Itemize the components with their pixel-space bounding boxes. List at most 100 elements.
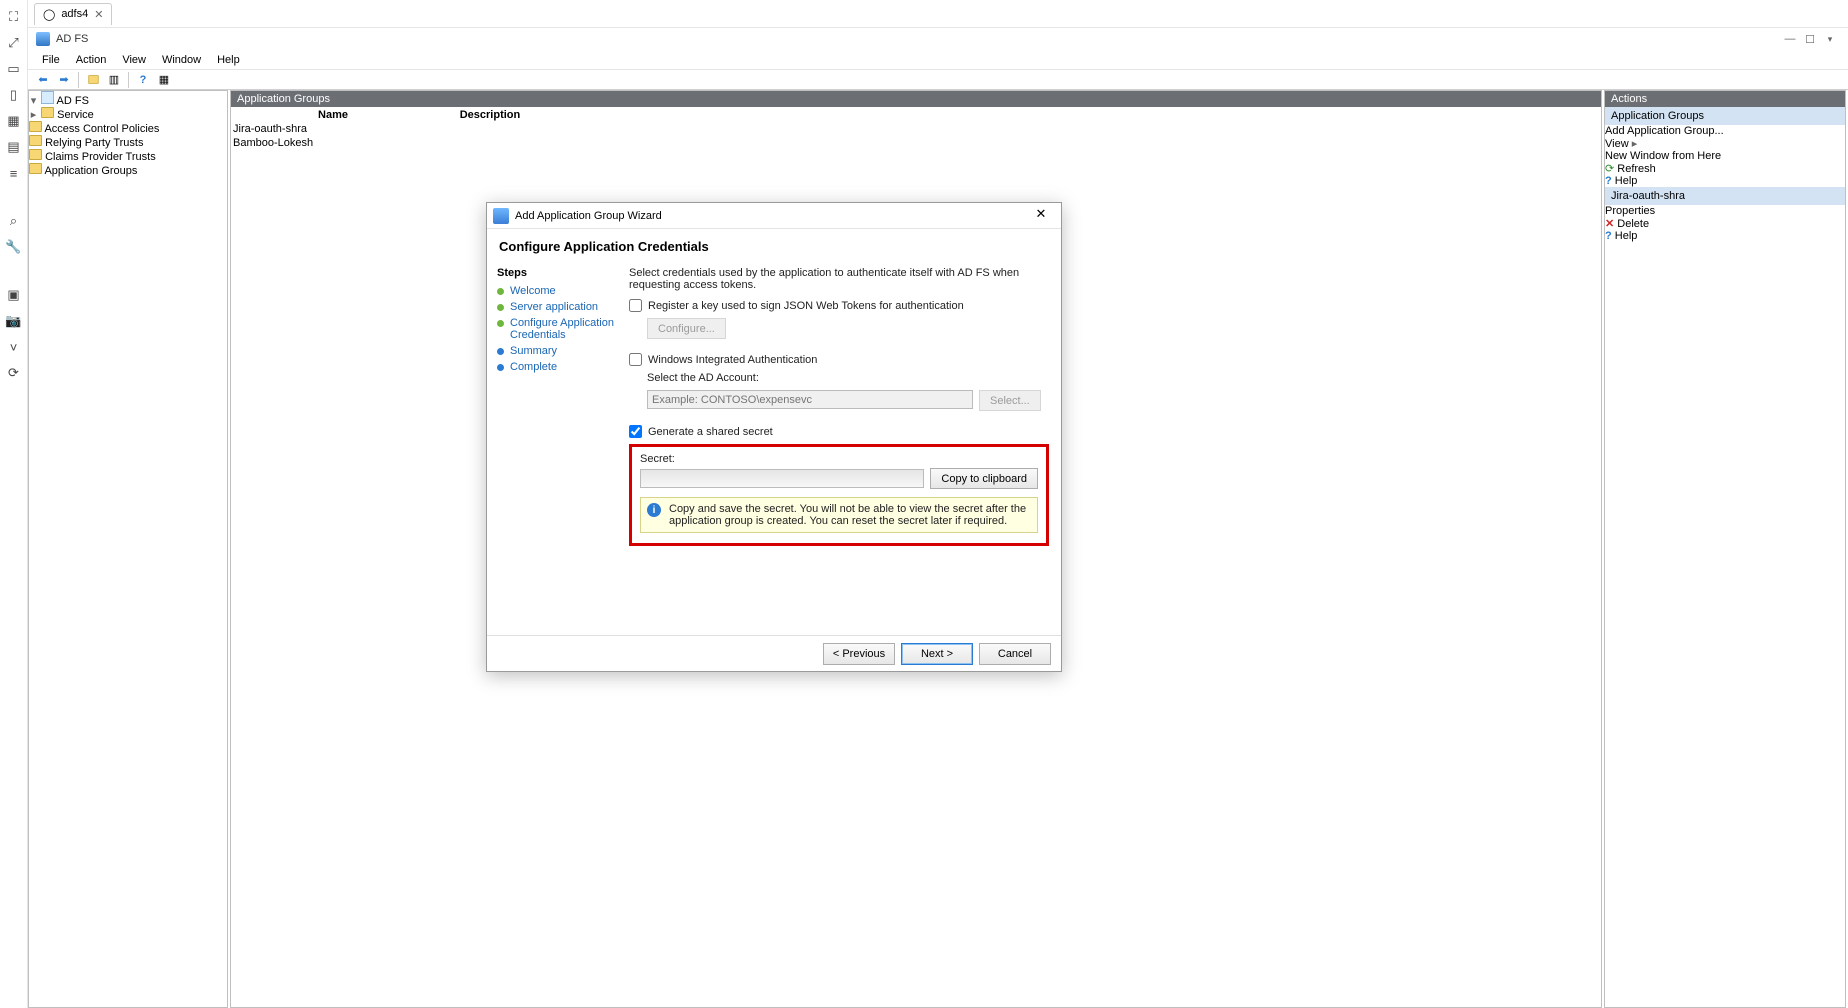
rail-list-icon[interactable]: ≡	[7, 166, 21, 180]
rail-split-v-icon[interactable]: ▯	[7, 88, 21, 102]
tree-root[interactable]: ▾ AD FS	[29, 91, 227, 107]
checkbox-windows-integrated-auth-input[interactable]	[629, 353, 642, 366]
menu-bar: File Action View Window Help	[28, 50, 1848, 70]
toolbar-sep	[128, 72, 129, 88]
tab-label: adfs4	[61, 8, 88, 20]
actions-pane: Actions Application Groups Add Applicati…	[1604, 90, 1846, 1008]
label-secret: Secret:	[640, 453, 1038, 465]
action-label: View	[1605, 138, 1629, 150]
tab-close-icon[interactable]: ✕	[94, 8, 103, 21]
action-delete[interactable]: ✕ Delete	[1605, 217, 1845, 230]
left-icon-rail: ⛶ ⤢ ▭ ▯ ▦ ▤ ≡ ⌕ 🔧 ▣ 📷 ˅ ⟳	[0, 0, 28, 1008]
tree-item-access-control-policies[interactable]: Access Control Policies	[29, 121, 227, 135]
action-help[interactable]: ? Help	[1605, 175, 1845, 187]
toolbar-pane2-button[interactable]: ▦	[155, 71, 173, 89]
toolbar-forward-button[interactable]: ➡	[55, 71, 73, 89]
rail-down-icon[interactable]: ˅	[7, 340, 21, 354]
app-groups-table: Name Description Jira-oauth-shra Bamboo-…	[231, 107, 547, 151]
step-label: Summary	[510, 345, 557, 357]
actions-group-app-groups: Application Groups	[1605, 107, 1845, 125]
action-new-window-from-here[interactable]: New Window from Here	[1605, 150, 1845, 162]
menu-action[interactable]: Action	[70, 52, 113, 68]
copy-to-clipboard-button[interactable]: Copy to clipboard	[930, 468, 1038, 489]
tree-item-relying-party-trusts[interactable]: Relying Party Trusts	[29, 135, 227, 149]
checkbox-generate-shared-secret-input[interactable]	[629, 425, 642, 438]
window-menu-button[interactable]: ▾	[1820, 34, 1840, 45]
next-button[interactable]: Next >	[901, 643, 973, 665]
previous-button[interactable]: < Previous	[823, 643, 895, 665]
menu-view[interactable]: View	[116, 52, 152, 68]
window-title: AD FS	[56, 33, 88, 45]
toolbar-back-button[interactable]: ⬅	[34, 71, 52, 89]
rail-search-icon[interactable]: ⌕	[7, 214, 21, 228]
tree-item-application-groups[interactable]: Application Groups	[29, 163, 227, 177]
rail-grid2-icon[interactable]: ▤	[7, 140, 21, 154]
dialog-titlebar[interactable]: Add Application Group Wizard ✕	[487, 203, 1061, 229]
folder-icon	[41, 107, 54, 118]
step-complete[interactable]: Complete	[497, 361, 615, 373]
col-name[interactable]: Name	[233, 109, 433, 121]
step-label: Configure Application Credentials	[510, 317, 615, 341]
checkbox-register-jwt-key[interactable]: Register a key used to sign JSON Web Tok…	[629, 299, 1049, 312]
step-dot-icon	[497, 348, 504, 355]
step-configure-application-credentials[interactable]: Configure Application Credentials	[497, 317, 615, 341]
dialog-heading: Configure Application Credentials	[487, 229, 1061, 260]
tree-item-label: Application Groups	[44, 165, 137, 177]
checkbox-windows-integrated-auth[interactable]: Windows Integrated Authentication	[629, 353, 1049, 366]
tree-item-service[interactable]: ▸ Service	[29, 107, 227, 121]
menu-help[interactable]: Help	[211, 52, 246, 68]
action-view[interactable]: View ▸	[1605, 137, 1845, 150]
tab-adfs4[interactable]: ◯ adfs4 ✕	[34, 3, 112, 25]
rail-grid-icon[interactable]: ▦	[7, 114, 21, 128]
checkbox-register-jwt-key-input[interactable]	[629, 299, 642, 312]
step-summary[interactable]: Summary	[497, 345, 615, 357]
dialog-title: Add Application Group Wizard	[515, 210, 662, 222]
rail-split-h-icon[interactable]: ▭	[7, 62, 21, 76]
tree-pane: ▾ AD FS ▸ Service Access Control Policie…	[28, 90, 228, 1008]
select-ad-account-button: Select...	[979, 390, 1041, 411]
toolbar-pane1-button[interactable]: ▥	[105, 71, 123, 89]
window-minimize-button[interactable]: —	[1780, 33, 1800, 45]
table-row[interactable]: Jira-oauth-shra	[233, 123, 545, 135]
rail-sync-icon[interactable]: ⟳	[7, 366, 21, 380]
col-description[interactable]: Description	[435, 109, 545, 121]
actions-group-selected-item: Jira-oauth-shra	[1605, 187, 1845, 205]
dialog-footer: < Previous Next > Cancel	[487, 635, 1061, 671]
cancel-button[interactable]: Cancel	[979, 643, 1051, 665]
submenu-arrow-icon: ▸	[1632, 138, 1638, 150]
dialog-app-icon	[493, 208, 509, 224]
action-refresh[interactable]: ⟳ Refresh	[1605, 162, 1845, 175]
table-row[interactable]: Bamboo-Lokesh	[233, 137, 545, 149]
step-server-application[interactable]: Server application	[497, 301, 615, 313]
menu-window[interactable]: Window	[156, 52, 207, 68]
action-add-application-group[interactable]: Add Application Group...	[1605, 125, 1845, 137]
rail-settings-icon[interactable]: 🔧	[7, 240, 21, 254]
action-help-2[interactable]: ? Help	[1605, 230, 1845, 242]
rail-maximize-icon[interactable]: ⛶	[7, 10, 21, 24]
toolbar-help-button[interactable]: ?	[134, 71, 152, 89]
help-icon: ?	[1605, 175, 1612, 187]
step-welcome[interactable]: Welcome	[497, 285, 615, 297]
tree-item-claims-provider-trusts[interactable]: Claims Provider Trusts	[29, 149, 227, 163]
actions-header: Actions	[1605, 91, 1845, 107]
tree-twisty-icon[interactable]: ▸	[29, 108, 38, 121]
toolbar-up-button[interactable]	[84, 71, 102, 89]
ad-account-input	[647, 390, 973, 409]
menu-file[interactable]: File	[36, 52, 66, 68]
checkbox-generate-shared-secret[interactable]: Generate a shared secret	[629, 425, 1049, 438]
dialog-close-button[interactable]: ✕	[1027, 206, 1055, 226]
window-maximize-button[interactable]: ☐	[1800, 33, 1820, 46]
folder-icon	[29, 163, 42, 174]
rail-panel-icon[interactable]: ▣	[7, 288, 21, 302]
tree-twisty-icon[interactable]: ▾	[29, 94, 38, 107]
wizard-description: Select credentials used by the applicati…	[629, 267, 1049, 291]
rail-expand-icon[interactable]: ⤢	[7, 36, 21, 50]
action-properties[interactable]: Properties	[1605, 205, 1845, 217]
cell-name: Jira-oauth-shra	[233, 123, 433, 135]
folder-icon	[29, 135, 42, 146]
rail-camera-icon[interactable]: 📷	[7, 314, 21, 328]
secret-value-field[interactable]	[640, 469, 924, 488]
window-titlebar: AD FS — ☐ ▾	[28, 28, 1848, 50]
secret-highlight-box: Secret: Copy to clipboard i Copy and sav…	[629, 444, 1049, 546]
delete-icon: ✕	[1605, 218, 1614, 230]
